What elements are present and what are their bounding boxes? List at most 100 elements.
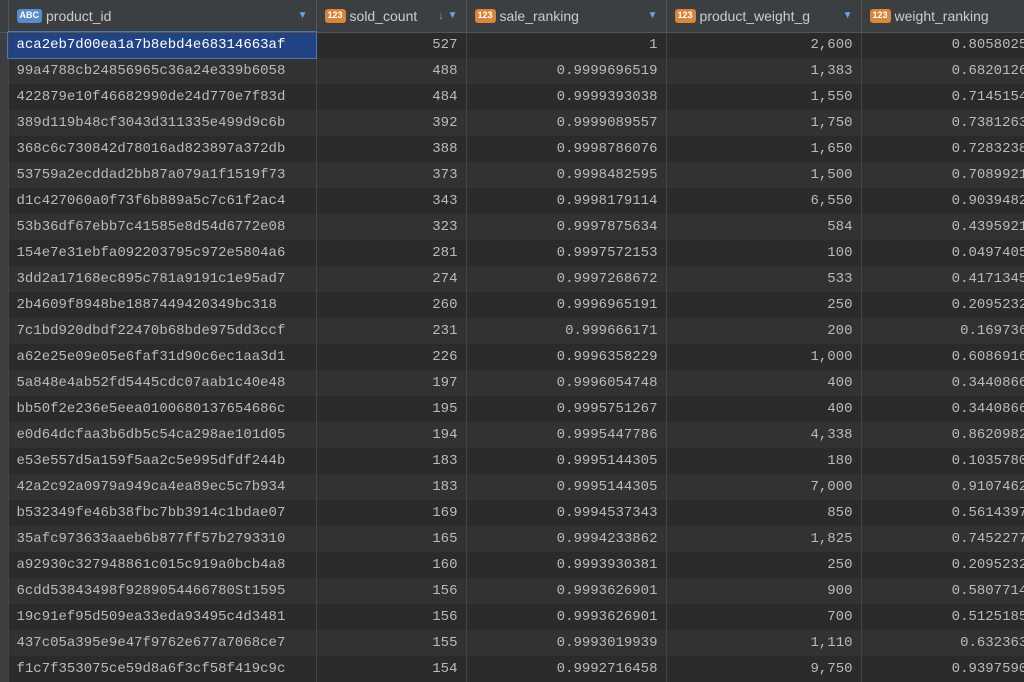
row-handle[interactable] bbox=[0, 422, 8, 448]
cell-sale_ranking[interactable]: 0.9997572153 bbox=[466, 240, 666, 266]
table-row[interactable]: 437c05a395e9e47f9762e677a7068ce71550.999… bbox=[0, 630, 1024, 656]
cell-sale_ranking[interactable]: 0.9995447786 bbox=[466, 422, 666, 448]
cell-sold_count[interactable]: 156 bbox=[316, 604, 466, 630]
cell-product_id[interactable]: 42a2c92a0979a949ca4ea89ec5c7b934 bbox=[8, 474, 316, 500]
cell-sale_ranking[interactable]: 0.9999696519 bbox=[466, 58, 666, 84]
row-handle[interactable] bbox=[0, 162, 8, 188]
cell-product_weight_g[interactable]: 180 bbox=[666, 448, 861, 474]
cell-sale_ranking[interactable]: 0.9999089557 bbox=[466, 110, 666, 136]
cell-product_id[interactable]: 35afc973633aaeb6b877ff57b2793310 bbox=[8, 526, 316, 552]
cell-product_weight_g[interactable]: 100 bbox=[666, 240, 861, 266]
cell-weight_ranking[interactable]: 0.0497405238 bbox=[861, 240, 1024, 266]
table-row[interactable]: b532349fe46b38fbc7bb3914c1bdae071690.999… bbox=[0, 500, 1024, 526]
cell-product_id[interactable]: 389d119b48cf3043d311335e499d9c6b bbox=[8, 110, 316, 136]
cell-product_id[interactable]: e0d64dcfaa3b6db5c54ca298ae101d05 bbox=[8, 422, 316, 448]
cell-product_weight_g[interactable]: 2,600 bbox=[666, 32, 861, 58]
row-handle[interactable] bbox=[0, 188, 8, 214]
row-handle[interactable] bbox=[0, 500, 8, 526]
cell-sold_count[interactable]: 160 bbox=[316, 552, 466, 578]
cell-product_id[interactable]: 437c05a395e9e47f9762e677a7068ce7 bbox=[8, 630, 316, 656]
cell-product_id[interactable]: d1c427060a0f73f6b889a5c7c61f2ac4 bbox=[8, 188, 316, 214]
row-handle[interactable] bbox=[0, 84, 8, 110]
row-handle[interactable] bbox=[0, 526, 8, 552]
cell-product_weight_g[interactable]: 200 bbox=[666, 318, 861, 344]
cell-product_id[interactable]: f1c7f353075ce59d8a6f3cf58f419c9c bbox=[8, 656, 316, 682]
cell-sale_ranking[interactable]: 0.9993019939 bbox=[466, 630, 666, 656]
cell-product_weight_g[interactable]: 400 bbox=[666, 370, 861, 396]
cell-sold_count[interactable]: 154 bbox=[316, 656, 466, 682]
cell-product_weight_g[interactable]: 1,000 bbox=[666, 344, 861, 370]
row-handle[interactable] bbox=[0, 58, 8, 84]
row-handle[interactable] bbox=[0, 136, 8, 162]
cell-sale_ranking[interactable]: 0.9995144305 bbox=[466, 474, 666, 500]
filter-dropdown-icon[interactable]: ▼ bbox=[298, 10, 308, 21]
cell-weight_ranking[interactable]: 0.2095232315 bbox=[861, 292, 1024, 318]
cell-product_id[interactable]: aca2eb7d00ea1a7b8ebd4e68314663af bbox=[8, 32, 316, 58]
column-header-product-id[interactable]: ABC product_id ▼ bbox=[8, 0, 316, 32]
cell-sale_ranking[interactable]: 0.9996054748 bbox=[466, 370, 666, 396]
table-row[interactable]: aca2eb7d00ea1a7b8ebd4e68314663af52712,60… bbox=[0, 32, 1024, 58]
cell-product_weight_g[interactable]: 900 bbox=[666, 578, 861, 604]
cell-product_weight_g[interactable]: 1,825 bbox=[666, 526, 861, 552]
table-row[interactable]: 42a2c92a0979a949ca4ea89ec5c7b9341830.999… bbox=[0, 474, 1024, 500]
cell-sold_count[interactable]: 195 bbox=[316, 396, 466, 422]
cell-sale_ranking[interactable]: 0.9993626901 bbox=[466, 578, 666, 604]
table-row[interactable]: 389d119b48cf3043d311335e499d9c6b3920.999… bbox=[0, 110, 1024, 136]
cell-weight_ranking[interactable]: 0.9039482869 bbox=[861, 188, 1024, 214]
cell-sale_ranking[interactable]: 0.9994233862 bbox=[466, 526, 666, 552]
cell-sale_ranking[interactable]: 0.9993930381 bbox=[466, 552, 666, 578]
table-row[interactable]: 2b4609f8948be1887449420349bc3182600.9996… bbox=[0, 292, 1024, 318]
row-handle[interactable] bbox=[0, 552, 8, 578]
cell-sale_ranking[interactable]: 0.9994537343 bbox=[466, 500, 666, 526]
cell-weight_ranking[interactable]: 0.8620982671 bbox=[861, 422, 1024, 448]
cell-weight_ranking[interactable]: 0.4395921216 bbox=[861, 214, 1024, 240]
cell-product_id[interactable]: 7c1bd920dbdf22470b68bde975dd3ccf bbox=[8, 318, 316, 344]
cell-weight_ranking[interactable]: 0.6086916937 bbox=[861, 344, 1024, 370]
cell-sale_ranking[interactable]: 1 bbox=[466, 32, 666, 58]
cell-product_weight_g[interactable]: 9,750 bbox=[666, 656, 861, 682]
row-handle[interactable] bbox=[0, 292, 8, 318]
cell-product_id[interactable]: bb50f2e236e5eea0100680137654686c bbox=[8, 396, 316, 422]
cell-product_weight_g[interactable]: 700 bbox=[666, 604, 861, 630]
cell-weight_ranking[interactable]: 0.4171345331 bbox=[861, 266, 1024, 292]
cell-product_id[interactable]: 3dd2a17168ec895c781a9191c1e95ad7 bbox=[8, 266, 316, 292]
cell-weight_ranking[interactable]: 0.169736882 bbox=[861, 318, 1024, 344]
cell-sale_ranking[interactable]: 0.9995144305 bbox=[466, 448, 666, 474]
row-handle[interactable] bbox=[0, 32, 8, 58]
filter-dropdown-icon[interactable]: ▼ bbox=[843, 10, 853, 21]
cell-sold_count[interactable]: 488 bbox=[316, 58, 466, 84]
table-row[interactable]: 368c6c730842d78016ad823897a372db3880.999… bbox=[0, 136, 1024, 162]
table-row[interactable]: 99a4788cb24856965c36a24e339b60584880.999… bbox=[0, 58, 1024, 84]
cell-product_weight_g[interactable]: 1,500 bbox=[666, 162, 861, 188]
cell-sold_count[interactable]: 274 bbox=[316, 266, 466, 292]
cell-product_id[interactable]: a92930c327948861c015c919a0bcb4a8 bbox=[8, 552, 316, 578]
cell-weight_ranking[interactable]: 0.7452277624 bbox=[861, 526, 1024, 552]
table-row[interactable]: 35afc973633aaeb6b877ff57b27933101650.999… bbox=[0, 526, 1024, 552]
cell-weight_ranking[interactable]: 0.5807714485 bbox=[861, 578, 1024, 604]
filter-dropdown-icon[interactable]: ▼ bbox=[448, 10, 458, 21]
column-header-product-weight[interactable]: 123 product_weight_g ▼ bbox=[666, 0, 861, 32]
cell-product_id[interactable]: 154e7e31ebfa092203795c972e5804a6 bbox=[8, 240, 316, 266]
cell-weight_ranking[interactable]: 0.7145154927 bbox=[861, 84, 1024, 110]
cell-product_weight_g[interactable]: 6,550 bbox=[666, 188, 861, 214]
column-header-sale-ranking[interactable]: 123 sale_ranking ▼ bbox=[466, 0, 666, 32]
cell-weight_ranking[interactable]: 0.7381263088 bbox=[861, 110, 1024, 136]
cell-sold_count[interactable]: 392 bbox=[316, 110, 466, 136]
cell-sale_ranking[interactable]: 0.9997875634 bbox=[466, 214, 666, 240]
table-row[interactable]: 6cdd53843498f9289054466780St15951560.999… bbox=[0, 578, 1024, 604]
table-row[interactable]: 53759a2ecddad2bb87a079a1f1519f733730.999… bbox=[0, 162, 1024, 188]
cell-weight_ranking[interactable]: 0.7089921398 bbox=[861, 162, 1024, 188]
table-row[interactable]: 7c1bd920dbdf22470b68bde975dd3ccf2310.999… bbox=[0, 318, 1024, 344]
table-row[interactable]: 19c91ef95d509ea33eda93495c4d34811560.999… bbox=[0, 604, 1024, 630]
cell-sale_ranking[interactable]: 0.9999393038 bbox=[466, 84, 666, 110]
cell-sale_ranking[interactable]: 0.9996358229 bbox=[466, 344, 666, 370]
table-row[interactable]: e53e557d5a159f5aa2c5e995dfdf244b1830.999… bbox=[0, 448, 1024, 474]
row-handle[interactable] bbox=[0, 110, 8, 136]
cell-product_id[interactable]: 19c91ef95d509ea33eda93495c4d3481 bbox=[8, 604, 316, 630]
cell-product_weight_g[interactable]: 250 bbox=[666, 552, 861, 578]
cell-weight_ranking[interactable]: 0.5614397135 bbox=[861, 500, 1024, 526]
cell-weight_ranking[interactable]: 0.9107462596 bbox=[861, 474, 1024, 500]
cell-product_weight_g[interactable]: 250 bbox=[666, 292, 861, 318]
cell-weight_ranking[interactable]: 0.3440866742 bbox=[861, 370, 1024, 396]
row-handle[interactable] bbox=[0, 214, 8, 240]
